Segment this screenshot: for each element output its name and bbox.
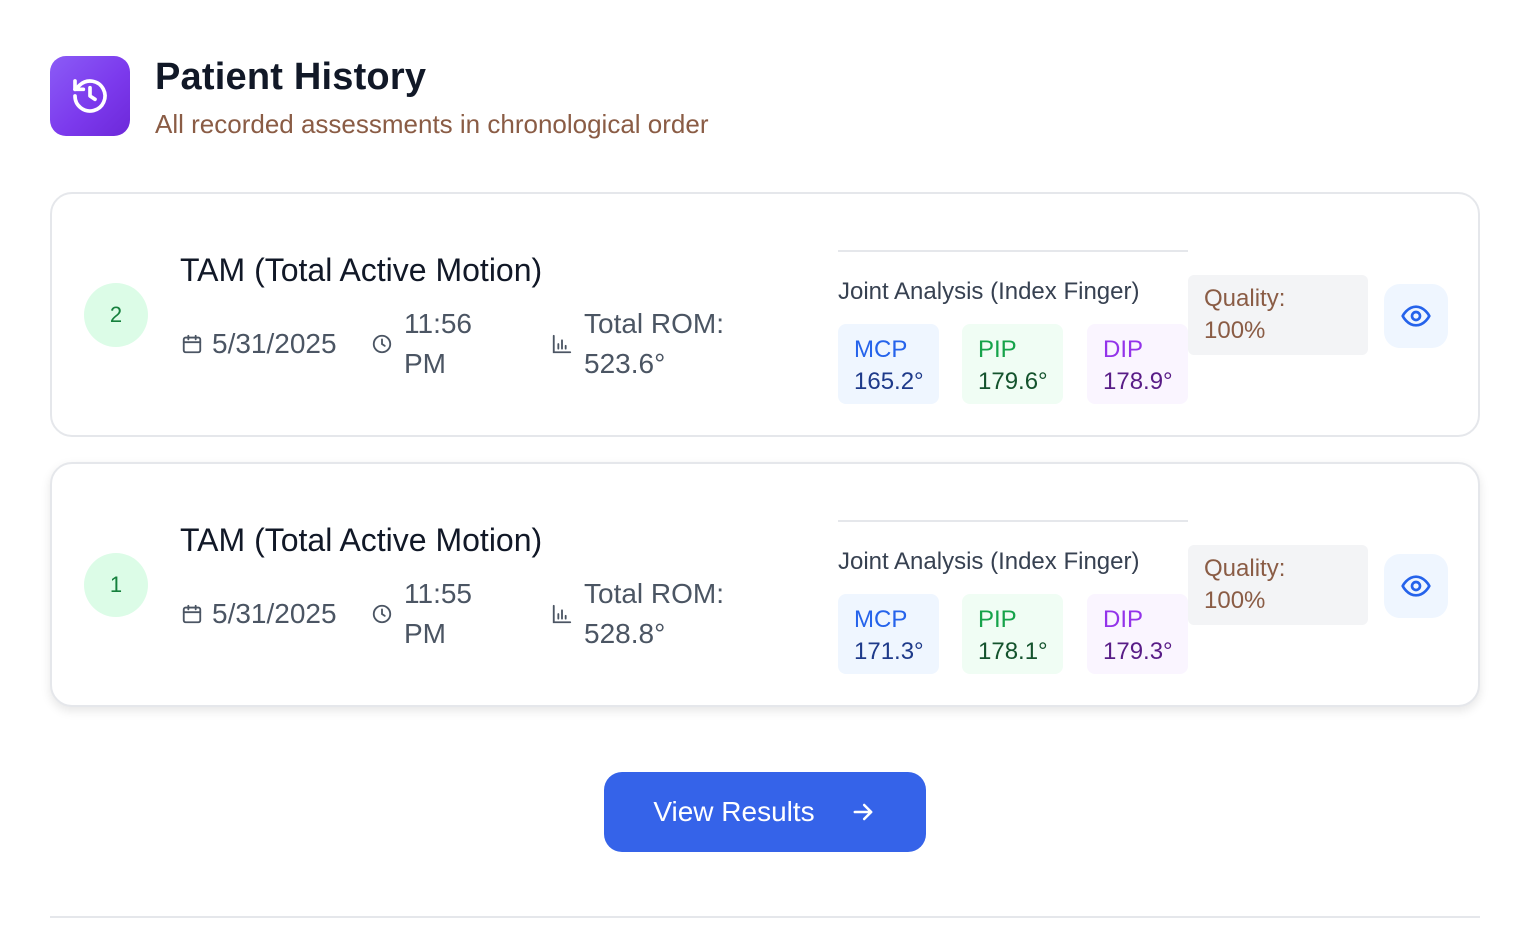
assessment-title: TAM (Total Active Motion): [180, 522, 543, 558]
time-text: 11:55: [404, 578, 472, 609]
joint-chip-mcp: MCP 171.3°: [838, 594, 939, 674]
assessment-time: 11:56 PM: [370, 304, 472, 384]
joint-chip-dip: DIP 178.9°: [1087, 324, 1188, 404]
joint-value: 179.3°: [1103, 638, 1173, 665]
rom-value: 523.6°: [584, 348, 666, 379]
clock-icon: [370, 332, 394, 356]
divider: [838, 250, 1188, 252]
rom-label: Total ROM:: [584, 308, 725, 339]
joint-value: 178.1°: [978, 638, 1048, 665]
assessment-card: 1 TAM (Total Active Motion) 5/31/2025 11…: [50, 462, 1480, 707]
page-header: Patient History All recorded assessments…: [50, 56, 709, 140]
rom-label: Total ROM:: [584, 578, 725, 609]
joint-value: 178.9°: [1103, 368, 1173, 395]
quality-label: Quality:: [1204, 555, 1286, 582]
joint-chip-mcp: MCP 165.2°: [838, 324, 939, 404]
view-details-button[interactable]: [1384, 554, 1448, 618]
joint-label: PIP: [978, 606, 1017, 633]
rom-value: 528.8°: [584, 618, 666, 649]
divider: [838, 520, 1188, 522]
time-period: PM: [404, 348, 446, 379]
joint-label: PIP: [978, 336, 1017, 363]
date-text: 5/31/2025: [212, 328, 337, 359]
bar-chart-icon: [550, 332, 574, 356]
assessment-card: 2 TAM (Total Active Motion) 5/31/2025 11…: [50, 192, 1480, 437]
arrow-right-icon: [849, 798, 877, 826]
history-icon: [50, 56, 130, 136]
time-period: PM: [404, 618, 446, 649]
clock-icon: [370, 602, 394, 626]
view-results-button[interactable]: View Results: [604, 772, 926, 852]
assessment-total-rom: Total ROM: 523.6°: [550, 304, 724, 384]
view-details-button[interactable]: [1384, 284, 1448, 348]
bar-chart-icon: [550, 602, 574, 626]
joint-chip-pip: PIP 179.6°: [962, 324, 1063, 404]
joint-analysis-title: Joint Analysis (Index Finger): [838, 548, 1140, 575]
quality-value: 100%: [1204, 587, 1266, 614]
joint-value: 171.3°: [854, 638, 924, 665]
divider: [50, 916, 1480, 918]
joint-label: DIP: [1103, 606, 1144, 633]
joint-label: MCP: [854, 606, 908, 633]
assessment-number-badge: 1: [84, 553, 148, 617]
quality-badge: Quality: 100%: [1188, 545, 1368, 625]
joint-value: 179.6°: [978, 368, 1048, 395]
joint-chip-dip: DIP 179.3°: [1087, 594, 1188, 674]
assessment-date: 5/31/2025: [180, 594, 337, 634]
joint-value: 165.2°: [854, 368, 924, 395]
quality-label: Quality:: [1204, 285, 1286, 312]
assessment-title: TAM (Total Active Motion): [180, 252, 543, 288]
date-text: 5/31/2025: [212, 598, 337, 629]
assessment-date: 5/31/2025: [180, 324, 337, 364]
assessment-time: 11:55 PM: [370, 574, 472, 654]
page-subtitle: All recorded assessments in chronologica…: [155, 109, 709, 139]
joint-chip-pip: PIP 178.1°: [962, 594, 1063, 674]
assessment-total-rom: Total ROM: 528.8°: [550, 574, 724, 654]
joint-analysis-title: Joint Analysis (Index Finger): [838, 278, 1140, 305]
joint-label: DIP: [1103, 336, 1144, 363]
calendar-icon: [180, 602, 204, 626]
joint-label: MCP: [854, 336, 908, 363]
eye-icon: [1400, 570, 1432, 602]
eye-icon: [1400, 300, 1432, 332]
quality-value: 100%: [1204, 317, 1266, 344]
view-results-label: View Results: [653, 796, 815, 827]
quality-badge: Quality: 100%: [1188, 275, 1368, 355]
assessment-number-badge: 2: [84, 283, 148, 347]
calendar-icon: [180, 332, 204, 356]
page-title: Patient History: [155, 56, 427, 98]
time-text: 11:56: [404, 308, 472, 339]
